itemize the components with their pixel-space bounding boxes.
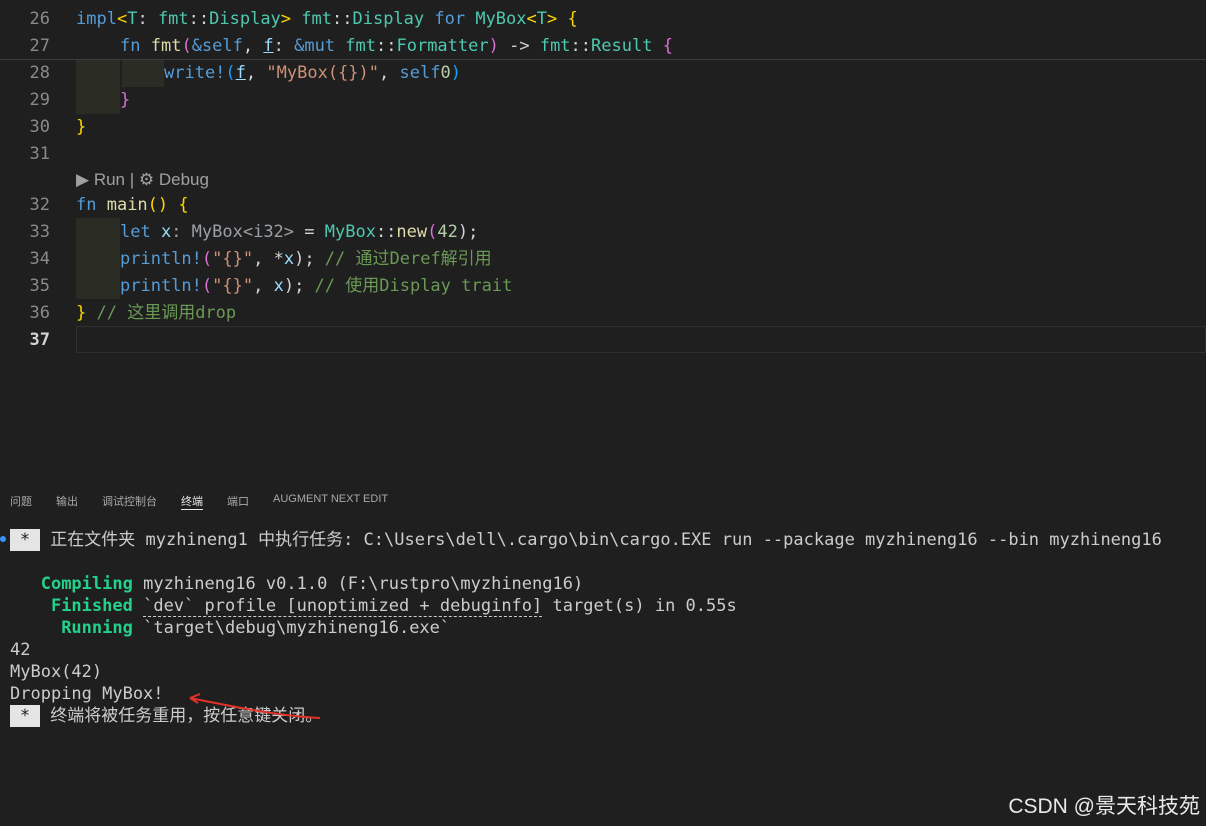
- line-number: 35: [29, 276, 50, 296]
- tab-terminal[interactable]: 终端: [181, 493, 203, 510]
- code-line-28[interactable]: 28 write!(f, "MyBox({})", self0): [0, 60, 1206, 87]
- annotation-arrow: [189, 693, 321, 719]
- run-codelens[interactable]: ▶ Run: [76, 170, 125, 189]
- tab-augment-next-edit[interactable]: AUGMENT NEXT EDIT: [273, 493, 388, 505]
- line-number: 31: [29, 144, 50, 164]
- code-line-30[interactable]: 30 }: [0, 114, 1206, 141]
- terminal-output-line: Dropping MyBox!: [10, 684, 164, 704]
- code-text: } // 这里调用drop: [76, 303, 237, 323]
- code-editor[interactable]: 26 impl<T: fmt::Display> fmt::Display fo…: [0, 0, 1206, 480]
- task-status-dot-icon: [0, 536, 6, 542]
- watermark: CSDN @景天科技苑: [1008, 795, 1200, 818]
- tab-problems[interactable]: 问题: [10, 493, 32, 509]
- terminal-running-line: Running `target\debug\myzhineng16.exe`: [61, 618, 451, 638]
- line-number: 37: [29, 330, 50, 350]
- terminal-output-line: MyBox(42): [10, 662, 103, 682]
- tab-debug-console[interactable]: 调试控制台: [102, 493, 157, 509]
- code-text: write!(f, "MyBox({})", self0): [164, 63, 461, 83]
- code-line-26[interactable]: 26 impl<T: fmt::Display> fmt::Display fo…: [0, 6, 1206, 33]
- line-number: 36: [29, 303, 50, 323]
- terminal-task-line: * 正在文件夹 myzhineng1 中执行任务: C:\Users\dell\…: [10, 529, 1162, 551]
- code-line-36[interactable]: 36 } // 这里调用drop: [0, 300, 1206, 327]
- task-marker: *: [10, 705, 40, 727]
- line-number: 33: [29, 222, 50, 242]
- code-text: let x: MyBox<i32> = MyBox::new(42);: [120, 222, 479, 242]
- code-text: }: [76, 117, 87, 137]
- code-line-31[interactable]: 31: [0, 141, 1206, 168]
- tab-output[interactable]: 输出: [56, 493, 78, 509]
- code-line-35[interactable]: 35 println!("{}", x); // 使用Display trait: [0, 273, 1206, 300]
- code-text: }: [120, 90, 131, 110]
- code-line-33[interactable]: 33 let x: MyBox<i32> = MyBox::new(42);: [0, 219, 1206, 246]
- debug-codelens[interactable]: ⚙ Debug: [139, 170, 209, 189]
- line-number: 27: [29, 36, 50, 56]
- line-number: 26: [29, 9, 50, 29]
- gear-icon: ⚙: [138, 170, 155, 189]
- task-marker: *: [10, 529, 40, 551]
- line-number: 32: [29, 195, 50, 215]
- codelens: ▶ Run | ⚙ Debug: [76, 170, 209, 189]
- terminal-finished-line: Finished `dev` profile [unoptimized + de…: [50, 596, 737, 617]
- code-line-37[interactable]: 37: [0, 327, 1206, 354]
- line-number: 28: [29, 63, 50, 83]
- code-line-29[interactable]: 29 }: [0, 87, 1206, 114]
- code-line-27[interactable]: 27 fn fmt(&self, f: &mut fmt::Formatter)…: [0, 33, 1206, 60]
- line-number: 34: [29, 249, 50, 269]
- line-number: 30: [29, 117, 50, 137]
- code-text: println!("{}", x); // 使用Display trait: [120, 276, 513, 296]
- terminal-compiling-line: Compiling myzhineng16 v0.1.0 (F:\rustpro…: [40, 574, 584, 594]
- code-line-34[interactable]: 34 println!("{}", *x); // 通过Deref解引用: [0, 246, 1206, 273]
- code-text: fn main() {: [76, 195, 189, 215]
- type-hint: : MyBox<i32>: [171, 222, 295, 242]
- play-icon: ▶: [76, 170, 90, 189]
- code-text: fn fmt(&self, f: &mut fmt::Formatter) ->…: [120, 36, 673, 56]
- code-line-32[interactable]: 32 fn main() {: [0, 192, 1206, 219]
- code-text: println!("{}", *x); // 通过Deref解引用: [120, 249, 492, 269]
- code-text: impl<T: fmt::Display> fmt::Display for M…: [76, 9, 578, 29]
- terminal-output-line: 42: [10, 640, 31, 660]
- line-number: 29: [29, 90, 50, 110]
- tab-ports[interactable]: 端口: [227, 493, 249, 509]
